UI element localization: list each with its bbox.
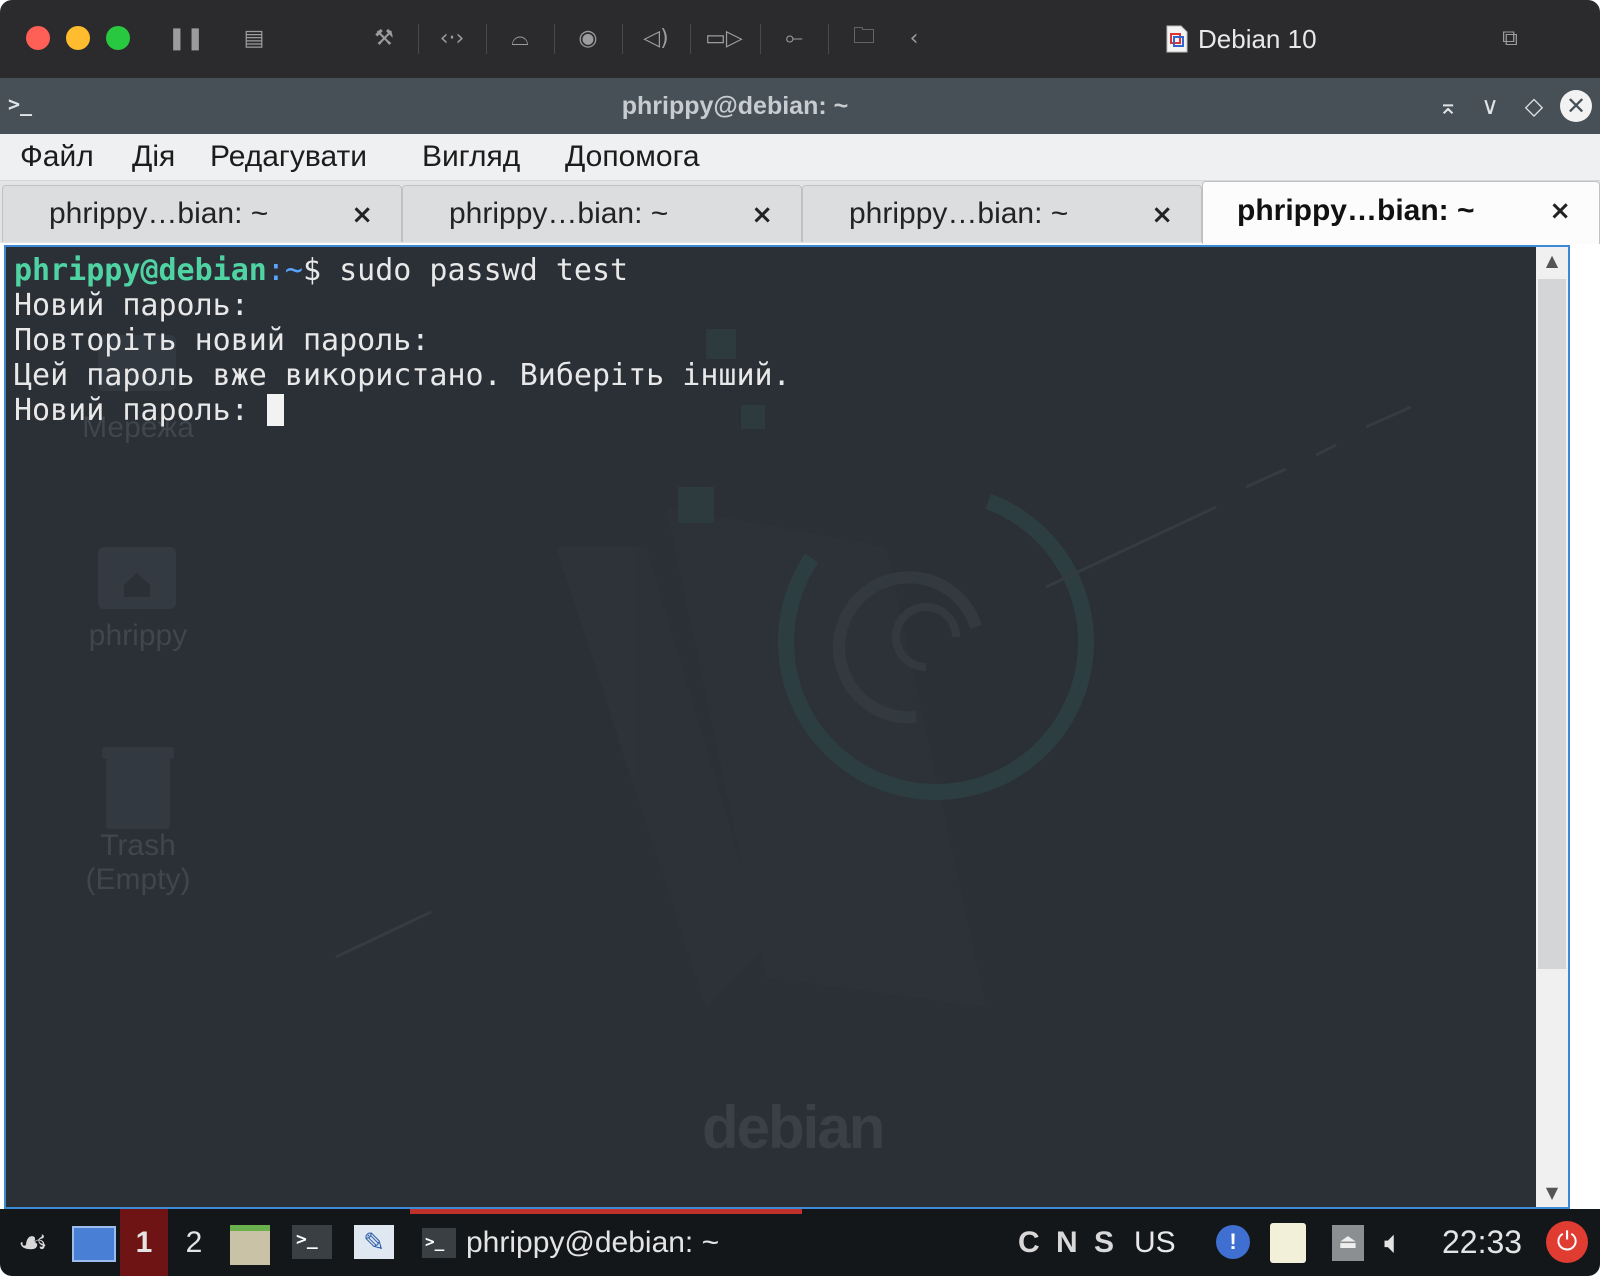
scroll-up-icon[interactable]: ▲: [1536, 247, 1568, 275]
scroll-thumb[interactable]: [1538, 279, 1566, 969]
current-prompt-text: Новий пароль:: [14, 393, 267, 428]
menu-view[interactable]: Вигляд: [422, 134, 520, 180]
maximize-icon[interactable]: ◇: [1518, 90, 1550, 122]
power-icon[interactable]: ⏻: [1546, 1221, 1588, 1263]
scroll-down-icon[interactable]: ▼: [1536, 1179, 1568, 1207]
terminal-launcher-icon[interactable]: >_: [292, 1225, 332, 1259]
tab-label: phrippy…bian: ~: [449, 197, 669, 230]
video-camera-icon[interactable]: ▭▷: [705, 22, 743, 54]
minimize-window-button[interactable]: [66, 26, 90, 50]
desktop-icon-label: Trash (Empty): [85, 829, 191, 896]
debian-wordmark: debian: [702, 1094, 885, 1161]
fullscreen-icon[interactable]: ⧉: [1494, 22, 1526, 54]
show-desktop-icon[interactable]: [72, 1226, 116, 1262]
prompt-command: sudo passwd test: [339, 253, 629, 288]
eject-icon[interactable]: ⏏: [1332, 1225, 1364, 1261]
taskbar: ☙ 1 2 >_ ✎ >_ phrippy@debian: ~ C N S US…: [0, 1209, 1600, 1276]
file-manager-icon[interactable]: [230, 1225, 270, 1265]
prompt-user: phrippy@debian: [14, 253, 267, 288]
volume-icon[interactable]: 🔈︎: [1384, 1209, 1403, 1276]
task-label: phrippy@debian: ~: [466, 1225, 720, 1259]
terminal-titlebar: >_ phrippy@debian: ~ ⌅ ∨ ◇ ✕: [0, 78, 1600, 134]
tab-3[interactable]: phrippy…bian: ~ ×: [802, 185, 1202, 242]
output-line: Повторіть новий пароль:: [14, 323, 430, 358]
shared-folder-icon[interactable]: 🗀: [848, 22, 880, 54]
usb-icon[interactable]: ⟜: [778, 22, 810, 54]
text-editor-icon[interactable]: ✎: [354, 1225, 394, 1259]
vm-title-text: Debian 10: [1198, 23, 1317, 54]
tab-close-icon[interactable]: ×: [751, 186, 773, 242]
minimize-icon[interactable]: ∨: [1474, 90, 1506, 122]
wrench-icon[interactable]: ⚒: [368, 22, 400, 54]
output-line-current: Новий пароль:: [14, 393, 284, 429]
keyboard-layout[interactable]: US: [1134, 1209, 1176, 1276]
tab-label: phrippy…bian: ~: [1237, 194, 1475, 227]
tab-label: phrippy…bian: ~: [49, 197, 269, 230]
chevron-left-icon[interactable]: ‹: [898, 22, 930, 54]
document-icon: [1166, 25, 1188, 53]
desktop-icon-label: phrippy: [88, 619, 188, 652]
terminal-task-icon: >_: [422, 1227, 456, 1258]
tab-1[interactable]: phrippy…bian: ~ ×: [2, 185, 402, 242]
trash-icon: [106, 757, 170, 829]
menu-action[interactable]: Дія: [132, 134, 175, 180]
output-line: Цей пароль вже використано. Виберіть інш…: [14, 358, 791, 393]
code-icon[interactable]: ‹·›: [436, 22, 468, 54]
tab-bar: phrippy…bian: ~ × phrippy…bian: ~ × phri…: [0, 181, 1600, 244]
speaker-icon[interactable]: ◁): [640, 22, 672, 54]
hard-drive-icon[interactable]: ⌓: [504, 22, 536, 54]
text-cursor: [266, 394, 284, 426]
tab-close-icon[interactable]: ×: [1549, 182, 1571, 238]
workspace-2[interactable]: 2: [172, 1209, 216, 1276]
prompt-path: :~: [266, 253, 303, 288]
menu-bar: Файл Дія Редагувати Вигляд Допомога: [0, 134, 1600, 181]
prompt-symbol: $: [303, 253, 340, 288]
clipboard-icon[interactable]: [1270, 1223, 1306, 1263]
vm-titlebar: ❚❚ ▤ ⚒ ‹·› ⌓ ◉ ◁) ▭▷ ⟜ 🗀 ‹ Debian 10 ⧉: [0, 0, 1600, 78]
close-icon[interactable]: ✕: [1560, 90, 1592, 122]
scrollbar[interactable]: ▲ ▼: [1536, 247, 1568, 1207]
lock-keys-indicator: C N S: [1018, 1225, 1119, 1259]
terminal-title: phrippy@debian: ~: [621, 92, 849, 120]
workspace-1[interactable]: 1: [120, 1209, 168, 1276]
output-line: Новий пароль:: [14, 288, 249, 323]
keep-above-icon[interactable]: ⌅: [1432, 90, 1464, 122]
notification-icon[interactable]: !: [1216, 1225, 1250, 1259]
menu-file[interactable]: Файл: [20, 134, 94, 180]
zoom-window-button[interactable]: [106, 26, 130, 50]
tab-4-active[interactable]: phrippy…bian: ~ ×: [1202, 181, 1600, 244]
clock[interactable]: 22:33: [1442, 1209, 1522, 1276]
tab-2[interactable]: phrippy…bian: ~ ×: [402, 185, 802, 242]
menu-help[interactable]: Допомога: [565, 134, 700, 180]
vm-title: Debian 10: [1166, 20, 1317, 58]
pause-icon[interactable]: ❚❚: [168, 22, 205, 54]
snapshot-icon[interactable]: ▤: [238, 22, 270, 54]
tab-label: phrippy…bian: ~: [849, 197, 1069, 230]
tab-close-icon[interactable]: ×: [1151, 186, 1173, 242]
tab-close-icon[interactable]: ×: [351, 186, 373, 242]
close-window-button[interactable]: [26, 26, 50, 50]
app-menu-icon[interactable]: ☙: [8, 1209, 58, 1276]
terminal-view[interactable]: Мережа phrippy Trash (Empty) debian phri…: [4, 245, 1570, 1209]
task-terminal[interactable]: >_ phrippy@debian: ~: [422, 1209, 719, 1276]
camera-icon[interactable]: ◉: [572, 22, 604, 54]
prompt-line: phrippy@debian:~$ sudo passwd test: [14, 253, 628, 289]
menu-edit[interactable]: Редагувати: [210, 134, 367, 180]
